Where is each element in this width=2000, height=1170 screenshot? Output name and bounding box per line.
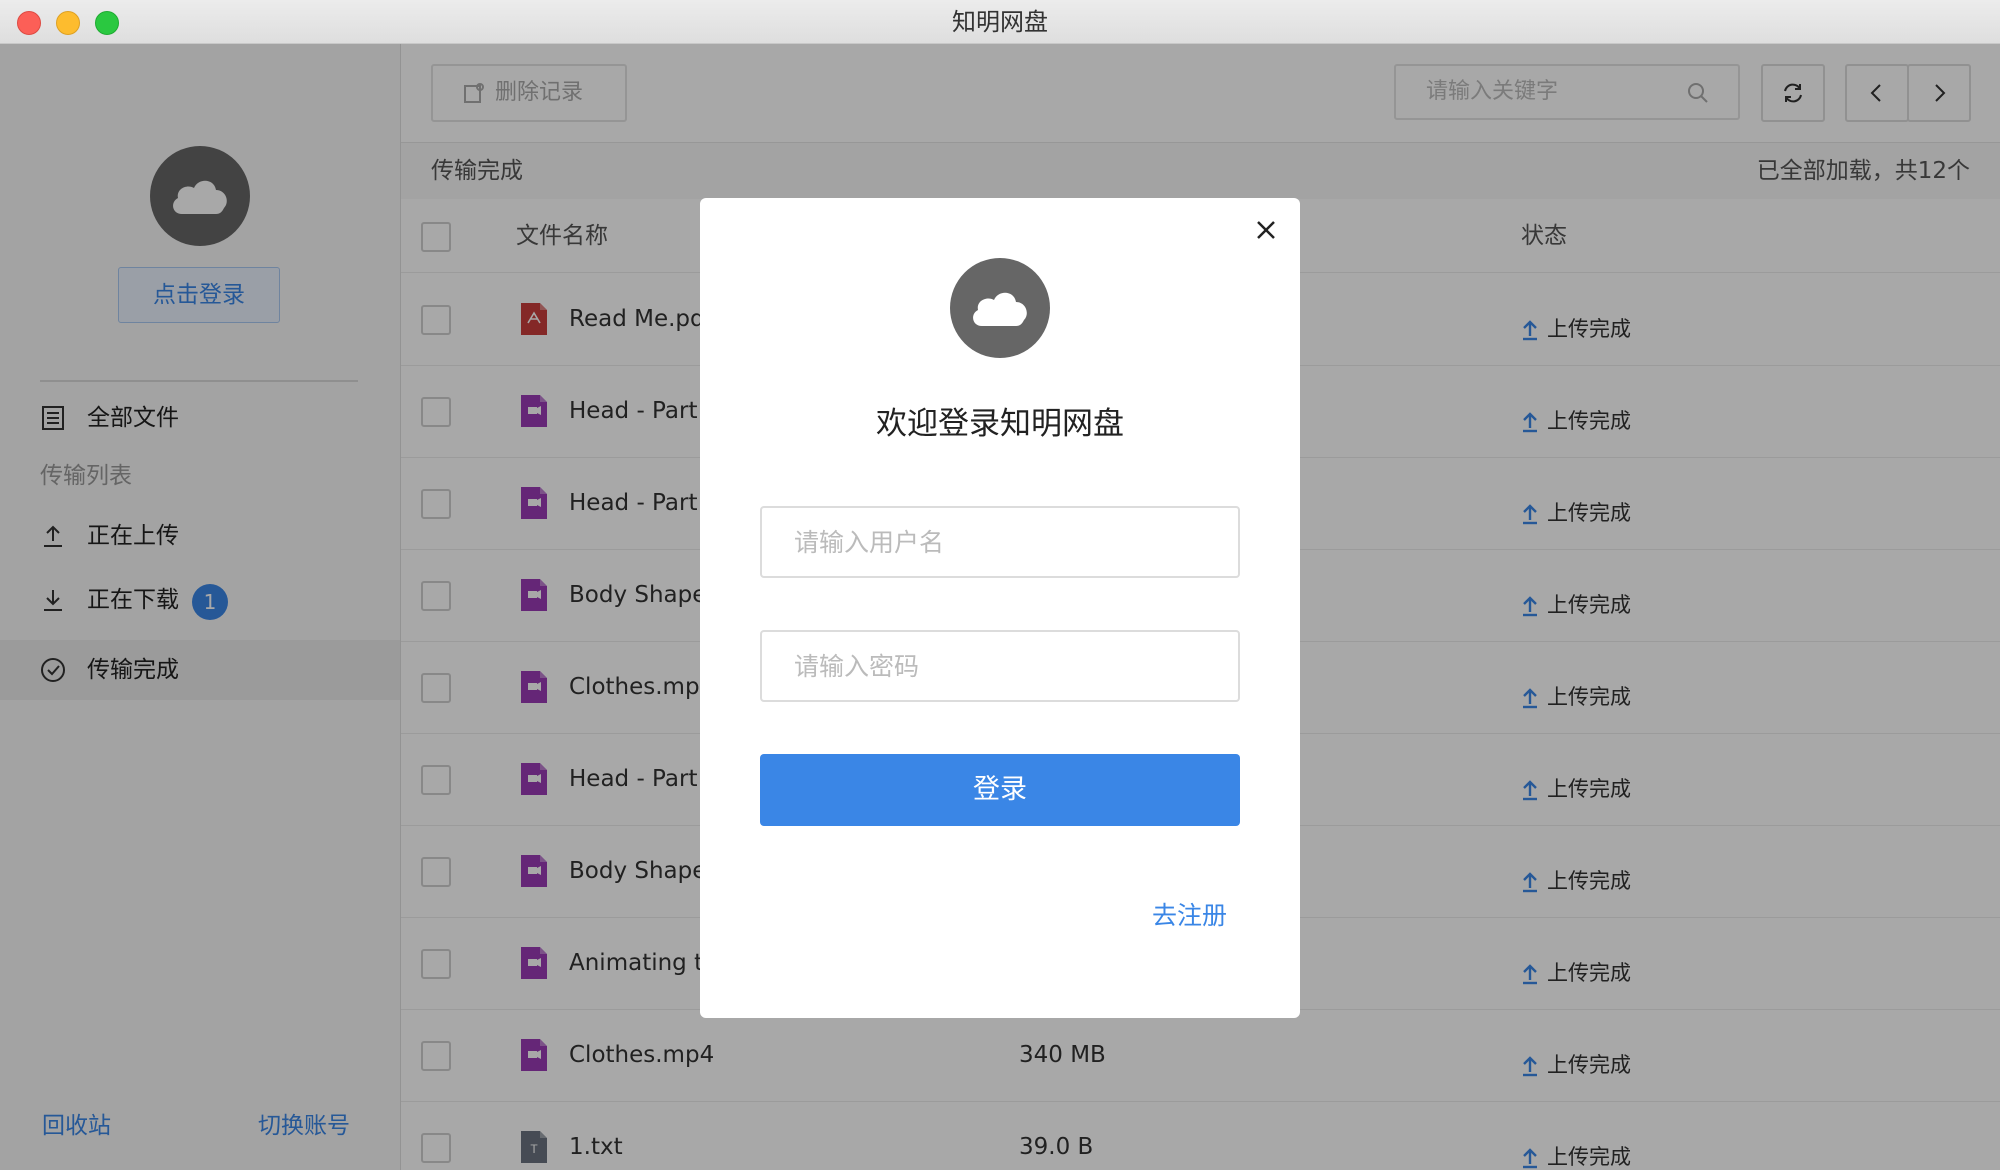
dialog-avatar	[950, 258, 1050, 358]
username-input[interactable]	[762, 508, 1234, 576]
dialog-title: 欢迎登录知明网盘	[876, 406, 1124, 442]
title-bar: 知明网盘	[0, 0, 2000, 44]
cloud-icon	[973, 292, 1027, 326]
login-submit-button[interactable]: 登录	[760, 754, 1240, 826]
username-field[interactable]	[760, 506, 1240, 578]
app-window: 知明网盘 点击登录 全部文件 传输列表 正在上传 正在下载 1 传输完成 回收站…	[0, 0, 2000, 1170]
window-title: 知明网盘	[952, 8, 1048, 36]
login-dialog: 欢迎登录知明网盘 登录 去注册	[700, 198, 1300, 1018]
close-icon[interactable]	[1248, 212, 1284, 248]
password-field[interactable]	[760, 630, 1240, 702]
register-link[interactable]: 去注册	[1152, 896, 1227, 932]
password-input[interactable]	[762, 632, 1234, 700]
